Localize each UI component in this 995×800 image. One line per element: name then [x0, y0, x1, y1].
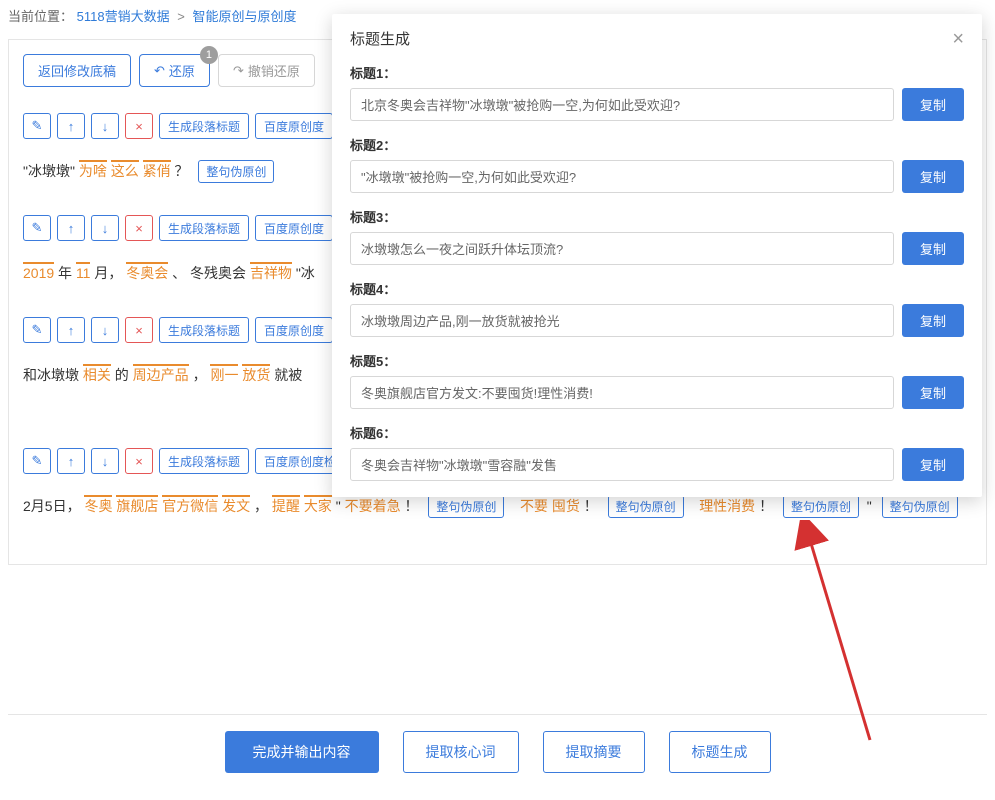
- undo-badge: 1: [200, 46, 218, 64]
- sentence-pseudo-button[interactable]: 整句伪原创: [882, 495, 958, 518]
- title-label: 标题4：: [350, 279, 964, 298]
- title-group-5: 标题5： 复制: [350, 351, 964, 409]
- delete-icon[interactable]: ×: [125, 113, 153, 139]
- sentence-pseudo-button[interactable]: 整句伪原创: [428, 495, 504, 518]
- undo-icon: ↶: [154, 63, 165, 79]
- extract-keywords-button[interactable]: 提取核心词: [403, 731, 519, 773]
- undo-button[interactable]: ↶ 还原: [139, 54, 210, 87]
- arrow-down-icon[interactable]: ↓: [91, 215, 119, 241]
- redo-icon: ↷: [233, 63, 244, 79]
- title-label: 标题1：: [350, 63, 964, 82]
- arrow-up-icon[interactable]: ↑: [57, 448, 85, 474]
- copy-button[interactable]: 复制: [902, 88, 964, 121]
- gen-para-title-button[interactable]: 生成段落标题: [159, 448, 249, 474]
- title-group-4: 标题4： 复制: [350, 279, 964, 337]
- title-group-6: 标题6： 复制: [350, 423, 964, 481]
- copy-button[interactable]: 复制: [902, 304, 964, 337]
- bottom-bar: 完成并输出内容 提取核心词 提取摘要 标题生成: [8, 714, 987, 785]
- arrow-down-icon[interactable]: ↓: [91, 448, 119, 474]
- title-label: 标题2：: [350, 135, 964, 154]
- gen-para-title-button[interactable]: 生成段落标题: [159, 113, 249, 139]
- close-icon[interactable]: ×: [952, 29, 964, 49]
- title-label: 标题5：: [350, 351, 964, 370]
- baidu-check-button[interactable]: 百度原创度: [255, 317, 333, 343]
- title-gen-modal: 标题生成 × 标题1：复制标题2：复制标题3：复制标题4：复制标题5：复制标题6…: [332, 14, 982, 497]
- redo-button[interactable]: ↷ 撤销还原: [218, 54, 315, 87]
- breadcrumb-link-2[interactable]: 智能原创与原创度: [192, 9, 296, 24]
- baidu-check-button[interactable]: 百度原创度: [255, 113, 333, 139]
- gen-para-title-button[interactable]: 生成段落标题: [159, 215, 249, 241]
- title-input[interactable]: [350, 304, 894, 337]
- title-label: 标题3：: [350, 207, 964, 226]
- edit-icon[interactable]: ✎: [23, 448, 51, 474]
- modal-body: 标题1：复制标题2：复制标题3：复制标题4：复制标题5：复制标题6：复制: [332, 63, 982, 497]
- sentence-pseudo-button[interactable]: 整句伪原创: [783, 495, 859, 518]
- undo-label: 还原: [169, 61, 195, 80]
- copy-button[interactable]: 复制: [902, 376, 964, 409]
- copy-button[interactable]: 复制: [902, 448, 964, 481]
- breadcrumb-prefix: 当前位置：: [8, 9, 73, 24]
- arrow-up-icon[interactable]: ↑: [57, 113, 85, 139]
- edit-icon[interactable]: ✎: [23, 113, 51, 139]
- copy-button[interactable]: 复制: [902, 160, 964, 193]
- gen-para-title-button[interactable]: 生成段落标题: [159, 317, 249, 343]
- arrow-up-icon[interactable]: ↑: [57, 317, 85, 343]
- edit-icon[interactable]: ✎: [23, 317, 51, 343]
- title-group-2: 标题2： 复制: [350, 135, 964, 193]
- title-input[interactable]: [350, 448, 894, 481]
- arrow-down-icon[interactable]: ↓: [91, 317, 119, 343]
- delete-icon[interactable]: ×: [125, 317, 153, 343]
- delete-icon[interactable]: ×: [125, 448, 153, 474]
- delete-icon[interactable]: ×: [125, 215, 153, 241]
- back-draft-button[interactable]: 返回修改底稿: [23, 54, 131, 87]
- sentence-pseudo-button[interactable]: 整句伪原创: [608, 495, 684, 518]
- extract-summary-button[interactable]: 提取摘要: [543, 731, 645, 773]
- title-input[interactable]: [350, 160, 894, 193]
- back-draft-label: 返回修改底稿: [38, 61, 116, 80]
- title-input[interactable]: [350, 376, 894, 409]
- breadcrumb-link-1[interactable]: 5118营销大数据: [77, 9, 170, 24]
- arrow-down-icon[interactable]: ↓: [91, 113, 119, 139]
- sentence-pseudo-button[interactable]: 整句伪原创: [198, 160, 274, 183]
- title-group-1: 标题1： 复制: [350, 63, 964, 121]
- modal-title: 标题生成: [350, 28, 410, 49]
- gen-title-button[interactable]: 标题生成: [669, 731, 771, 773]
- copy-button[interactable]: 复制: [902, 232, 964, 265]
- title-input[interactable]: [350, 88, 894, 121]
- title-input[interactable]: [350, 232, 894, 265]
- title-group-3: 标题3： 复制: [350, 207, 964, 265]
- baidu-check-button[interactable]: 百度原创度: [255, 215, 333, 241]
- undo-wrap: ↶ 还原 1: [139, 54, 210, 87]
- redo-label: 撤销还原: [248, 61, 300, 80]
- title-label: 标题6：: [350, 423, 964, 442]
- edit-icon[interactable]: ✎: [23, 215, 51, 241]
- breadcrumb-sep: >: [177, 9, 185, 24]
- modal-header: 标题生成 ×: [332, 14, 982, 59]
- arrow-up-icon[interactable]: ↑: [57, 215, 85, 241]
- finish-output-button[interactable]: 完成并输出内容: [225, 731, 379, 773]
